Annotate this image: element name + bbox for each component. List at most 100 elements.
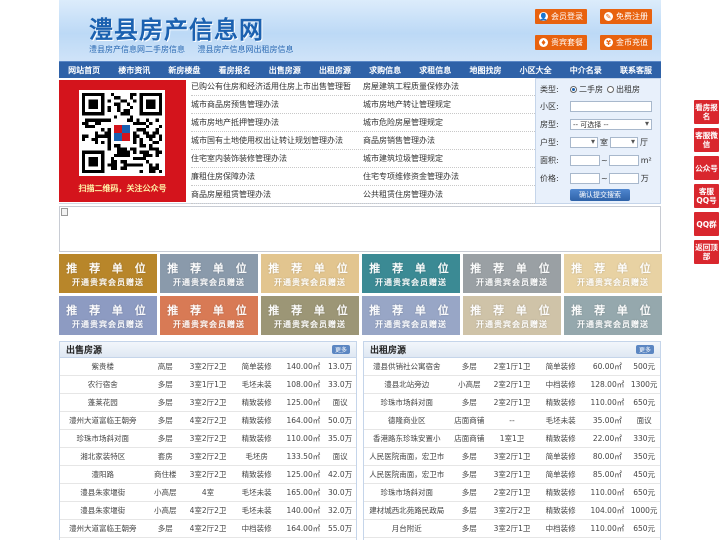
radio-rent[interactable] <box>607 86 614 93</box>
nav-item[interactable]: 出租房源 <box>310 62 360 78</box>
recommended-unit-slot[interactable]: 推 荐 单 位开通贵宾会员赠送 <box>463 296 561 335</box>
table-row[interactable]: 月台附近 多层 3室2厅1卫 中档装修 110.00㎡ 650元 <box>364 520 660 538</box>
table-row[interactable]: 湘北家装特区 套房 3室2厅2卫 毛坯房 133.50㎡ 面议 <box>60 448 356 466</box>
policy-link[interactable]: 商品房销售管理办法 <box>363 135 435 146</box>
listing-location[interactable]: 澧州大道富临王朝旁 <box>60 415 145 426</box>
policy-link[interactable]: 廉租住房保障办法 <box>191 171 363 182</box>
vip-package-button[interactable]: ♦ 贵宾套餐 <box>535 35 587 50</box>
table-row[interactable]: 澧阳路 商住楼 3室2厅2卫 精致装修 125.00㎡ 42.0万 <box>60 466 356 484</box>
listing-location[interactable]: 澧县供销社公寓宿舍 <box>364 361 449 372</box>
table-row[interactable]: 澧县北站旁边 小高层 2室2厅1卫 中档装修 128.00㎡ 1300元 <box>364 376 660 394</box>
policy-link[interactable]: 城市房地产转让管理规定 <box>363 99 451 110</box>
listing-location[interactable]: 珍珠市场斜对面 <box>60 433 145 444</box>
policy-link[interactable]: 住宅专项维修资金管理办法 <box>363 171 459 182</box>
listing-location[interactable]: 澧州大道富临王朝旁 <box>60 523 145 534</box>
table-row[interactable]: 澧州大道富临王朝旁 多层 4室2厅2卫 精致装修 164.00㎡ 50.0万 <box>60 412 356 430</box>
hall-select[interactable] <box>610 137 638 148</box>
policy-link[interactable]: 住宅室内装饰装修管理办法 <box>191 153 363 164</box>
table-row[interactable]: 澧县朱家堰街 小高层 4室2厅2卫 毛坯未装 140.00㎡ 32.0万 <box>60 502 356 520</box>
listing-location[interactable]: 澧县北站旁边 <box>364 379 449 390</box>
service-qq-float[interactable]: 客服QQ号 <box>694 184 719 208</box>
table-row[interactable]: 紫贵楼 高层 3室2厅2卫 简单装修 140.00㎡ 13.0万 <box>60 358 356 376</box>
rent-more-button[interactable]: 更多 <box>635 345 654 354</box>
table-row[interactable]: 珍珠市场斜对面 多层 2室2厅1卫 精致装修 110.00㎡ 650元 <box>364 484 660 502</box>
recommended-unit-slot[interactable]: 推 荐 单 位开通贵宾会员赠送 <box>463 254 561 293</box>
room-select[interactable] <box>570 137 598 148</box>
policy-link[interactable]: 房屋建筑工程质量保修办法 <box>363 81 459 92</box>
nav-item[interactable]: 看房报名 <box>210 62 260 78</box>
table-row[interactable]: 香港路东珍珠安置小 店面商铺 1室1卫 精致装修 22.00㎡ 330元 <box>364 430 660 448</box>
recommended-unit-slot[interactable]: 推 荐 单 位开通贵宾会员赠送 <box>261 296 359 335</box>
area-max-input[interactable] <box>608 155 639 166</box>
listing-location[interactable]: 建材城西北苑路民政局 <box>364 505 449 516</box>
qq-group-float[interactable]: QQ群 <box>694 212 719 236</box>
nav-item[interactable]: 新房楼盘 <box>159 62 209 78</box>
recommended-unit-slot[interactable]: 推 荐 单 位开通贵宾会员赠送 <box>362 254 460 293</box>
nav-item[interactable]: 中介名录 <box>561 62 611 78</box>
sale-more-button[interactable]: 更多 <box>331 345 350 354</box>
recommended-unit-slot[interactable]: 推 荐 单 位开通贵宾会员赠送 <box>59 296 157 335</box>
listing-location[interactable]: 人民医院南面，宏卫市 <box>364 469 449 480</box>
listing-location[interactable]: 农行宿舍 <box>60 379 145 390</box>
viewing-signup-float[interactable]: 看房报名 <box>694 100 719 124</box>
policy-link[interactable]: 城市国有土地使用权出让转让规划管理办法 <box>191 135 363 146</box>
table-row[interactable]: 农行宿舍 多层 3室1厅1卫 毛坯未装 108.00㎡ 33.0万 <box>60 376 356 394</box>
policy-link[interactable]: 公共租赁住房管理办法 <box>363 189 443 200</box>
service-wechat-float[interactable]: 客服微信 <box>694 128 719 152</box>
table-row[interactable]: 澧县朱家堰街 小高层 4室 毛坯未装 165.00㎡ 30.0万 <box>60 484 356 502</box>
table-row[interactable]: 珍珠市场斜对面 多层 3室2厅2卫 精致装修 110.00㎡ 35.0万 <box>60 430 356 448</box>
recommended-unit-slot[interactable]: 推 荐 单 位开通贵宾会员赠送 <box>160 254 258 293</box>
community-input[interactable] <box>570 101 652 112</box>
listing-location[interactable]: 月台附近 <box>364 523 449 534</box>
area-min-input[interactable] <box>570 155 600 166</box>
table-row[interactable]: 蓬莱花园 多层 3室2厅2卫 精致装修 125.00㎡ 面议 <box>60 394 356 412</box>
listing-location[interactable]: 澧县朱家堰街 <box>60 487 145 498</box>
price-min-input[interactable] <box>570 173 600 184</box>
recommended-unit-slot[interactable]: 推 荐 单 位开通贵宾会员赠送 <box>261 254 359 293</box>
listing-location[interactable]: 人民医院南面，宏卫市 <box>364 451 449 462</box>
nav-item[interactable]: 地图找房 <box>460 62 510 78</box>
listing-location[interactable]: 香港路东珍珠安置小 <box>364 433 449 444</box>
login-button[interactable]: 👤 会员登录 <box>535 9 587 24</box>
listing-location[interactable]: 珍珠市场斜对面 <box>364 397 449 408</box>
banner-ad[interactable] <box>59 206 661 252</box>
price-max-input[interactable] <box>608 173 639 184</box>
register-button[interactable]: ✎ 免费注册 <box>600 9 652 24</box>
policy-link[interactable]: 商品房屋租赁管理办法 <box>191 189 363 200</box>
table-row[interactable]: 德隆商业区 店面商铺 -- 毛坯未装 35.00㎡ 面议 <box>364 412 660 430</box>
nav-item[interactable]: 小区大全 <box>511 62 561 78</box>
listing-location[interactable]: 澧县朱家堰街 <box>60 505 145 516</box>
nav-item[interactable]: 网站首页 <box>59 62 109 78</box>
listing-location[interactable]: 蓬莱花园 <box>60 397 145 408</box>
listing-location[interactable]: 德隆商业区 <box>364 415 449 426</box>
official-account-float[interactable]: 公众号 <box>694 156 719 180</box>
table-row[interactable]: 澧县供销社公寓宿舍 多层 2室1厅1卫 简单装修 60.00㎡ 500元 <box>364 358 660 376</box>
nav-item[interactable]: 楼市资讯 <box>109 62 159 78</box>
nav-item[interactable]: 联系客服 <box>611 62 661 78</box>
search-submit-button[interactable]: 确认提交搜索 <box>570 189 630 201</box>
recommended-unit-slot[interactable]: 推 荐 单 位开通贵宾会员赠送 <box>59 254 157 293</box>
listing-location[interactable]: 珍珠市场斜对面 <box>364 487 449 498</box>
site-logo[interactable]: 澧县房产信息网 <box>89 10 264 45</box>
listing-location[interactable]: 紫贵楼 <box>60 361 145 372</box>
policy-link[interactable]: 城市房地产抵押管理办法 <box>191 117 363 128</box>
table-row[interactable]: 人民医院南面，宏卫市 多层 3室2厅1卫 简单装修 85.00㎡ 450元 <box>364 466 660 484</box>
coin-recharge-button[interactable]: ¥ 金币充值 <box>600 35 652 50</box>
listing-location[interactable]: 澧阳路 <box>60 469 145 480</box>
house-type-select[interactable]: -- 可选择 -- <box>570 119 652 130</box>
policy-link[interactable]: 城市建筑垃圾管理规定 <box>363 153 443 164</box>
nav-item[interactable]: 求租信息 <box>410 62 460 78</box>
policy-link[interactable]: 城市危险房屋管理规定 <box>363 117 443 128</box>
recommended-unit-slot[interactable]: 推 荐 单 位开通贵宾会员赠送 <box>362 296 460 335</box>
recommended-unit-slot[interactable]: 推 荐 单 位开通贵宾会员赠送 <box>564 254 662 293</box>
policy-link[interactable]: 城市商品房预售管理办法 <box>191 99 363 110</box>
recommended-unit-slot[interactable]: 推 荐 单 位开通贵宾会员赠送 <box>564 296 662 335</box>
nav-item[interactable]: 求购信息 <box>360 62 410 78</box>
policy-link[interactable]: 已购公有住房和经济适用住房上市出售管理暂 <box>191 81 363 92</box>
table-row[interactable]: 澧州大道富临王朝旁 多层 4室2厅2卫 中档装修 164.00㎡ 55.0万 <box>60 520 356 538</box>
listing-location[interactable]: 湘北家装特区 <box>60 451 145 462</box>
radio-secondhand[interactable] <box>570 86 577 93</box>
table-row[interactable]: 珍珠市场斜对面 多层 2室2厅1卫 精致装修 110.00㎡ 650元 <box>364 394 660 412</box>
recommended-unit-slot[interactable]: 推 荐 单 位开通贵宾会员赠送 <box>160 296 258 335</box>
table-row[interactable]: 人民医院南面，宏卫市 多层 3室2厅1卫 简单装修 80.00㎡ 350元 <box>364 448 660 466</box>
